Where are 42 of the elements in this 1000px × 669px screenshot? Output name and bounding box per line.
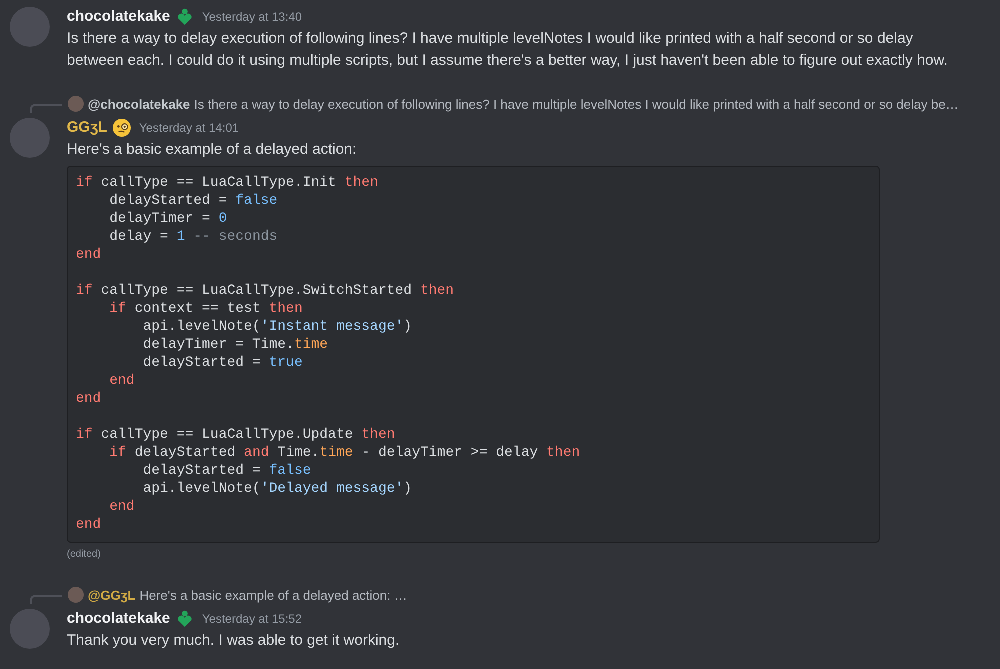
monocle-face-icon (113, 119, 132, 137)
reply-mention[interactable]: @chocolatekake (88, 96, 190, 112)
code-line: if callType == LuaCallType.SwitchStarted then (76, 282, 454, 300)
avatar[interactable] (10, 7, 50, 47)
code-line: delayStarted = true (142, 354, 303, 372)
code-line: if callType == LuaCallType.Init then (76, 174, 378, 192)
timestamp: Yesterday at 15:52 (202, 611, 302, 628)
code-line: if context == test then (108, 300, 303, 318)
avatar-icon[interactable] (68, 96, 84, 112)
reply-preview-text[interactable]: Here's a basic example of a delayed action: … (140, 588, 408, 602)
code-line: end (108, 372, 135, 390)
code-line: delay = 1 -- seconds (108, 228, 278, 246)
code-line: if delayStarted and Time.time - delayTimer >= delay then (108, 444, 580, 462)
code-line: delayStarted = false (108, 192, 278, 210)
code-line: delayTimer = Time.time (142, 336, 328, 354)
heart-icon (176, 610, 194, 628)
message-text: Here's a basic example of a delayed action: (67, 140, 358, 160)
code-line: api.levelNote('Instant message') (142, 318, 412, 336)
reply-mention[interactable]: @GGʒL (88, 588, 136, 602)
reply-connector (30, 104, 62, 113)
reply-preview-text[interactable]: Is there a way to delay execution of following lines? I have multiple levelNotes I would like printed with a half second or so delay be… (194, 96, 959, 112)
code-line: delayStarted = false (142, 462, 312, 480)
avatar[interactable] (10, 118, 50, 158)
heart-icon (176, 8, 194, 26)
code-line: end (108, 498, 135, 516)
avatar[interactable] (10, 609, 50, 649)
message-text: Thank you very much. I was able to get it working. (67, 631, 401, 651)
avatar-icon[interactable] (68, 587, 84, 603)
reply-connector (30, 595, 62, 604)
timestamp: Yesterday at 14:01 (139, 120, 240, 137)
edited-label: (edited) (67, 548, 102, 562)
message-text: Is there a way to delay execution of following lines? I have multiple levelNotes I would like printed with a half second or so delay between each. I could do it using multiple scripts, but I assume there's a better way, I just haven't been able to figure out exactly how. (67, 29, 949, 71)
username[interactable]: chocolatekake (67, 608, 170, 630)
username[interactable]: GGʒL (67, 117, 108, 139)
username[interactable]: chocolatekake (67, 6, 170, 28)
code-line: end (76, 516, 102, 534)
timestamp: Yesterday at 13:40 (202, 9, 302, 26)
code-line: end (76, 246, 102, 264)
code-line: delayTimer = 0 (108, 210, 228, 228)
code-line: api.levelNote('Delayed message') (142, 480, 412, 498)
code-line: end (76, 390, 102, 408)
code-line: if callType == LuaCallType.Update then (76, 426, 396, 444)
